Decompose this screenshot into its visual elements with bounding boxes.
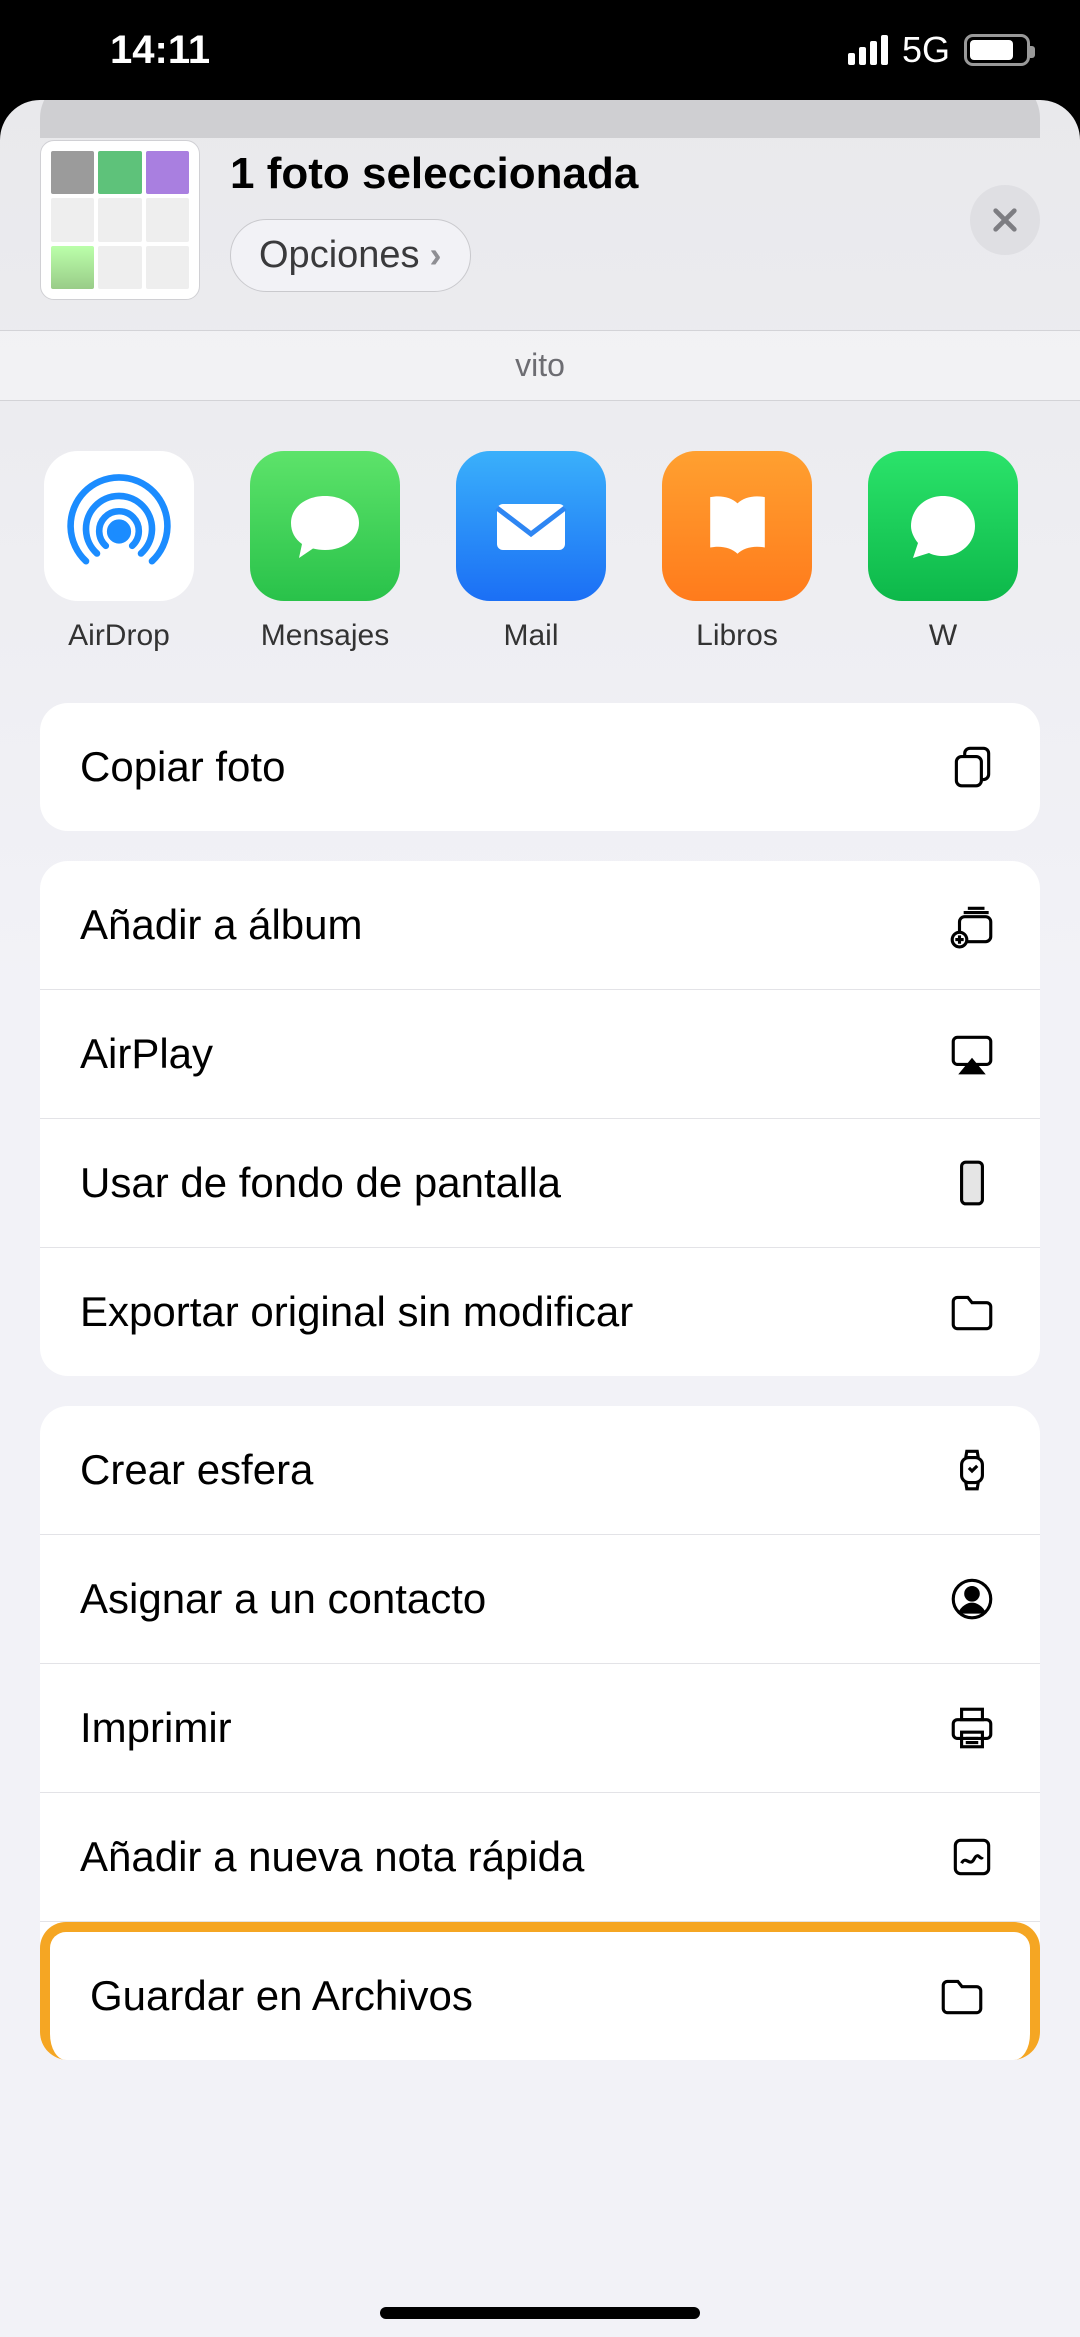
options-label: Opciones	[259, 234, 420, 277]
app-airdrop[interactable]: AirDrop	[44, 451, 194, 653]
watch-icon	[944, 1442, 1000, 1498]
photo-thumbnail[interactable]	[40, 140, 200, 300]
mail-icon	[456, 451, 606, 601]
action-label: Asignar a un contacto	[80, 1575, 486, 1623]
app-label: Mail	[503, 619, 558, 653]
add-album-icon	[944, 897, 1000, 953]
airplay-icon	[944, 1026, 1000, 1082]
status-bar: 14:11 5G	[0, 0, 1080, 100]
action-label: Imprimir	[80, 1704, 232, 1752]
phone-icon	[944, 1155, 1000, 1211]
home-indicator[interactable]	[380, 2307, 700, 2319]
action-print[interactable]: Imprimir	[40, 1664, 1040, 1793]
action-label: Copiar foto	[80, 743, 285, 791]
app-books[interactable]: Libros	[662, 451, 812, 653]
battery-icon	[964, 34, 1030, 66]
action-add-album[interactable]: Añadir a álbum	[40, 861, 1040, 990]
app-messages[interactable]: Mensajes	[250, 451, 400, 653]
messages-icon	[250, 451, 400, 601]
copy-icon	[944, 739, 1000, 795]
action-quick-note[interactable]: Añadir a nueva nota rápida	[40, 1793, 1040, 1922]
books-icon	[662, 451, 812, 601]
quick-note-icon	[944, 1829, 1000, 1885]
options-button[interactable]: Opciones ›	[230, 219, 471, 292]
action-export-original[interactable]: Exportar original sin modificar	[40, 1248, 1040, 1376]
share-apps-row[interactable]: AirDrop Mensajes Mail Libros W	[0, 401, 1080, 703]
airdrop-icon	[44, 451, 194, 601]
action-save-files[interactable]: Guardar en Archivos	[40, 1922, 1040, 2060]
cellular-signal-icon	[848, 35, 888, 65]
action-group-1: Copiar foto	[40, 703, 1040, 831]
chevron-right-icon: ›	[430, 234, 442, 276]
action-airplay[interactable]: AirPlay	[40, 990, 1040, 1119]
action-label: Añadir a álbum	[80, 901, 363, 949]
app-label: Mensajes	[261, 619, 389, 653]
share-title: 1 foto seleccionada	[230, 149, 940, 199]
status-time: 14:11	[110, 28, 210, 73]
close-button[interactable]	[970, 185, 1040, 255]
action-label: AirPlay	[80, 1030, 213, 1078]
app-mail[interactable]: Mail	[456, 451, 606, 653]
app-label: W	[929, 619, 957, 653]
share-sheet: 1 foto seleccionada Opciones › vito AirD…	[0, 100, 1080, 2337]
status-right: 5G	[848, 29, 1030, 71]
actions-list: Copiar foto Añadir a álbum AirPlay U	[0, 703, 1080, 2100]
share-subtitle: vito	[0, 330, 1080, 401]
folder-icon	[934, 1968, 990, 2024]
action-label: Añadir a nueva nota rápida	[80, 1833, 584, 1881]
action-group-2: Añadir a álbum AirPlay Usar de fondo de …	[40, 861, 1040, 1376]
contact-icon	[944, 1571, 1000, 1627]
action-group-3: Crear esfera Asignar a un contacto Impri…	[40, 1406, 1040, 2060]
action-label: Guardar en Archivos	[90, 1972, 473, 2020]
action-wallpaper[interactable]: Usar de fondo de pantalla	[40, 1119, 1040, 1248]
app-partial[interactable]: W	[868, 451, 1018, 653]
action-label: Exportar original sin modificar	[80, 1288, 633, 1336]
folder-icon	[944, 1284, 1000, 1340]
action-create-watchface[interactable]: Crear esfera	[40, 1406, 1040, 1535]
printer-icon	[944, 1700, 1000, 1756]
app-partial-icon	[868, 451, 1018, 601]
close-icon	[989, 204, 1021, 236]
action-assign-contact[interactable]: Asignar a un contacto	[40, 1535, 1040, 1664]
app-label: AirDrop	[68, 619, 170, 653]
sheet-stack-hint	[40, 100, 1040, 138]
action-label: Usar de fondo de pantalla	[80, 1159, 561, 1207]
action-label: Crear esfera	[80, 1446, 313, 1494]
app-label: Libros	[696, 619, 778, 653]
network-label: 5G	[902, 29, 950, 71]
action-copy-photo[interactable]: Copiar foto	[40, 703, 1040, 831]
